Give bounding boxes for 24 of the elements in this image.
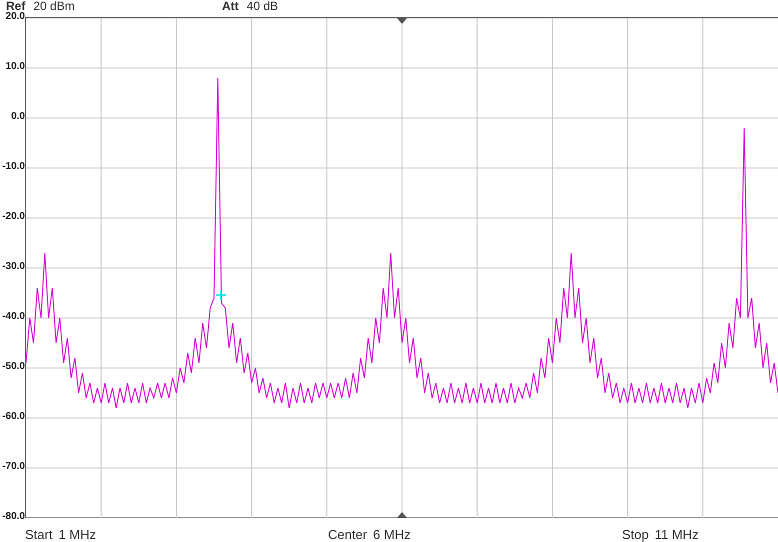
axis-label: -40.0 xyxy=(2,312,25,321)
setting-value: 40 dB xyxy=(246,0,278,12)
axis-label: -80.0 xyxy=(2,512,25,521)
axis-label: 10.0 xyxy=(6,62,25,71)
marker-cross-icon xyxy=(216,290,226,300)
axis-label: -10.0 xyxy=(2,162,25,171)
frequency-label: Center xyxy=(328,528,368,541)
setting-value: 20 dBm xyxy=(33,0,75,12)
setting-label: Att xyxy=(222,0,239,12)
frequency-value: 11 MHz xyxy=(654,528,699,541)
axis-label: -70.0 xyxy=(2,462,25,471)
center-triangle-icon xyxy=(397,18,407,24)
frequency-value: 6 MHz xyxy=(373,528,411,541)
axis-label: -20.0 xyxy=(2,212,25,221)
setting-label: Ref xyxy=(6,0,26,12)
frequency-label: Stop xyxy=(622,528,649,541)
axis-label: -60.0 xyxy=(2,412,25,421)
axis-label: 20.0 xyxy=(6,12,25,21)
center-triangle-icon xyxy=(397,512,407,518)
axis-label: 0.0 xyxy=(11,112,25,121)
frequency-label: Start xyxy=(25,528,52,541)
axis-label: -30.0 xyxy=(2,262,25,271)
frequency-value: 1 MHz xyxy=(58,528,96,541)
axis-label: -50.0 xyxy=(2,362,25,371)
